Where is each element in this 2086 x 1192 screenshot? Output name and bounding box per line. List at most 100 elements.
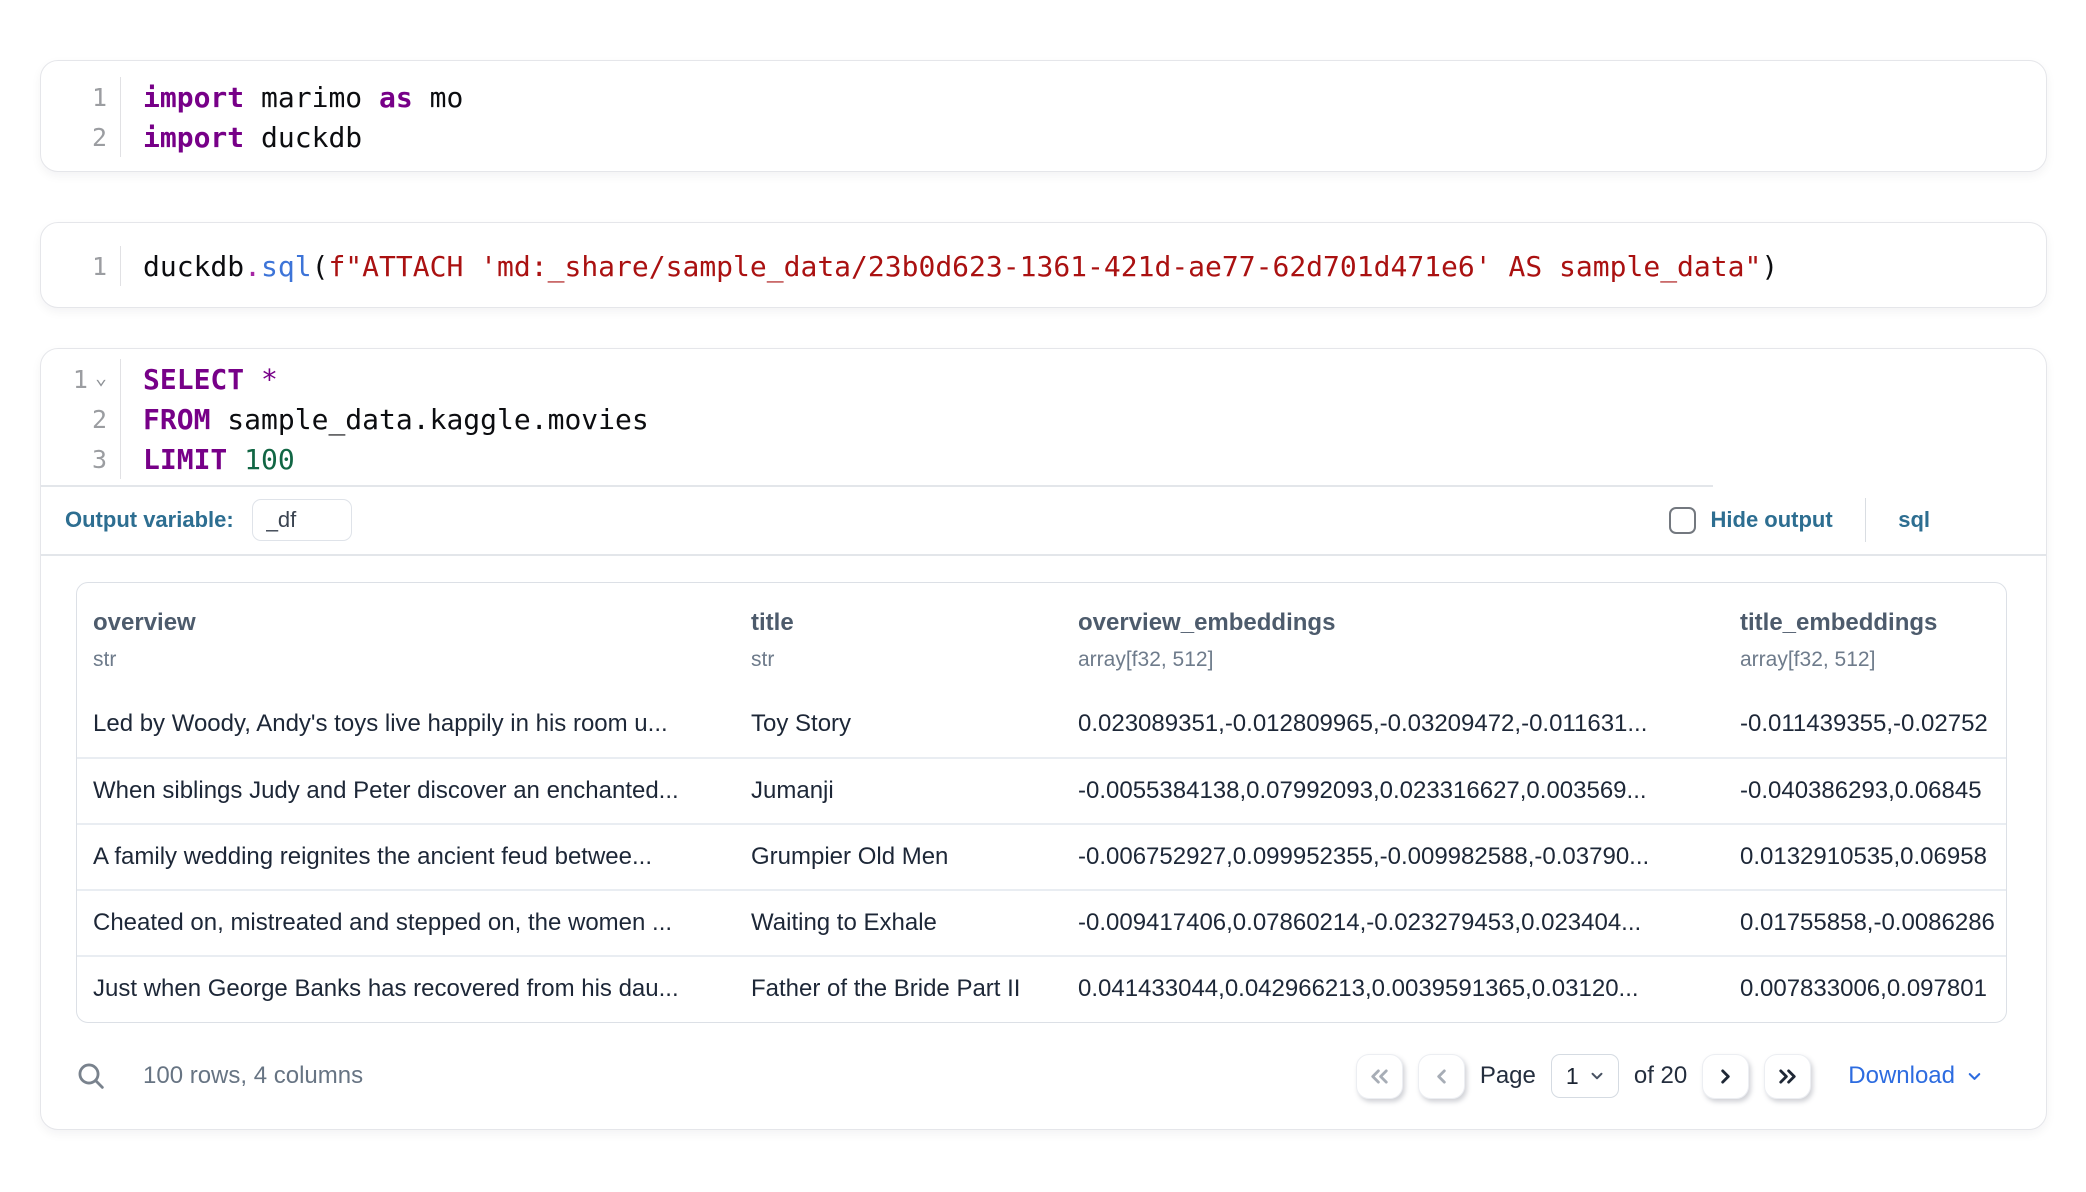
dataframe-table: overview str title str overview_embeddingsar… [77,583,2006,1022]
line-number: 2 [92,405,107,434]
chevron-left-icon [1428,1063,1455,1090]
line-number-gutter: 2 [41,117,121,157]
line-number-gutter: 2 [41,399,121,439]
chevron-right-icon [1712,1063,1739,1090]
column-name: overview [93,609,719,637]
first-page-button[interactable] [1356,1054,1403,1099]
output-variable-input[interactable] [252,499,352,541]
line-number: 1 [92,252,107,281]
cell-attach: 1 duckdb.sql(f"ATTACH 'md:_share/sample_d… [40,222,2047,308]
code-text: duckdb.sql(f"ATTACH 'md:_share/sample_da… [121,250,1778,283]
code-line[interactable]: 1 import marimo as mo [41,77,2046,117]
table-cell: -0.0055384138,0.07992093,0.023316627,0.0… [1062,758,1724,824]
table-cell: Jumanji [735,758,1062,824]
column-type: array[f32, 512] [1740,648,1990,672]
options-divider [1865,498,1867,542]
table-row: Just when George Banks has recovered fro… [77,956,2006,1022]
fold-chevron-icon[interactable]: ⌄ [95,367,107,387]
sql-options-right: Hide output sql [1669,498,1931,542]
column-type: str [751,648,1046,672]
table-row: When siblings Judy and Peter discover an… [77,758,2006,824]
table-footer: 100 rows, 4 columns Page 1 of 20 [41,1023,2046,1129]
table-cell: -0.006752927,0.099952355,-0.009982588,-0… [1062,824,1724,890]
sql-options-bar: Output variable: Hide output sql [41,487,2046,555]
table-row: A family wedding reignites the ancient f… [77,824,2006,890]
table-cell: -0.040386293,0.06845 [1724,758,2006,824]
column-header-overview_embeddings[interactable]: overview_embeddings array[f32, 512] [1062,583,1724,692]
table-cell: 0.01755858,-0.0086286 [1724,890,2006,956]
code-line[interactable]: 3 LIMIT 100 [41,439,2046,479]
code-line[interactable]: 1⌄SELECT * [41,359,2046,399]
next-page-button[interactable] [1702,1054,1749,1099]
code-editor-attach[interactable]: 1 duckdb.sql(f"ATTACH 'md:_share/sample_d… [41,246,2046,286]
cell-sql-query: 1⌄SELECT *2FROM sample_data.kaggle.movie… [40,348,2047,1130]
previous-page-button[interactable] [1418,1054,1465,1099]
search-icon[interactable] [71,1056,111,1096]
table-header-row: overview str title str overview_embeddingsar… [77,583,2006,692]
page-select[interactable]: 1 [1551,1054,1619,1098]
table-cell: When siblings Judy and Peter discover an… [77,758,735,824]
table-cell: 0.007833006,0.097801 [1724,956,2006,1022]
double-chevron-right-icon [1774,1063,1801,1090]
column-header-overview[interactable]: overview str [77,583,735,692]
line-number-gutter: 1 [41,246,121,286]
chevron-down-icon [1588,1067,1606,1085]
table-cell: -0.011439355,-0.02752 [1724,692,2006,758]
row-count-status: 100 rows, 4 columns [143,1062,363,1090]
dataframe-table-card: overview str title str overview_embeddingsar… [76,582,2007,1024]
code-text: import marimo as mo [121,81,463,114]
table-cell: Grumpier Old Men [735,824,1062,890]
code-text: LIMIT 100 [121,443,295,476]
cell-imports: 1 import marimo as mo 2 import duckdb [40,60,2047,172]
line-number: 3 [92,445,107,474]
hide-output-checkbox[interactable] [1669,507,1696,534]
table-cell: Cheated on, mistreated and stepped on, t… [77,890,735,956]
output-divider [41,554,2046,556]
code-line[interactable]: 2 import duckdb [41,117,2046,157]
table-cell: Waiting to Exhale [735,890,1062,956]
code-editor-imports[interactable]: 1 import marimo as mo 2 import duckdb [41,77,2046,157]
column-name: overview_embeddings [1078,609,1708,637]
column-type: str [93,648,719,672]
table-cell: 0.0132910535,0.06958 [1724,824,2006,890]
table-row: Cheated on, mistreated and stepped on, t… [77,890,2006,956]
page-label: Page [1480,1062,1536,1090]
table-cell: 0.023089351,-0.012809965,-0.03209472,-0.… [1062,692,1724,758]
line-number-gutter: 3 [41,439,121,479]
table-cell: Led by Woody, Andy's toys live happily i… [77,692,735,758]
sql-language-label: sql [1898,507,1930,533]
output-variable-label: Output variable: [65,507,234,533]
page-total-label: of 20 [1634,1062,1687,1090]
pagination: Page 1 of 20 Download [1356,1054,1990,1099]
code-text: import duckdb [121,121,362,154]
table-cell: 0.041433044,0.042966213,0.0039591365,0.0… [1062,956,1724,1022]
table-cell: Father of the Bride Part II [735,956,1062,1022]
download-label: Download [1848,1062,1955,1090]
column-header-title_embeddings[interactable]: title_embeddings array[f32, 512] [1724,583,2006,692]
column-type: array[f32, 512] [1078,648,1708,672]
code-line[interactable]: 1 duckdb.sql(f"ATTACH 'md:_share/sample_d… [41,246,2046,286]
line-number: 1 [92,83,107,112]
table-row: Led by Woody, Andy's toys live happily i… [77,692,2006,758]
code-editor-sql[interactable]: 1⌄SELECT *2FROM sample_data.kaggle.movie… [41,359,2046,479]
table-cell: A family wedding reignites the ancient f… [77,824,735,890]
last-page-button[interactable] [1764,1054,1811,1099]
line-number: 2 [92,123,107,152]
code-line[interactable]: 2 FROM sample_data.kaggle.movies [41,399,2046,439]
line-number-gutter: 1⌄ [41,359,121,399]
column-name: title [751,609,1046,637]
line-number: 1 [73,365,88,394]
code-text: SELECT * [121,363,278,396]
hide-output-label: Hide output [1711,507,1833,533]
line-number-gutter: 1 [41,77,121,117]
column-header-title[interactable]: title str [735,583,1062,692]
table-cell: Just when George Banks has recovered fro… [77,956,735,1022]
page-select-value: 1 [1566,1063,1579,1090]
table-cell: Toy Story [735,692,1062,758]
table-cell: -0.009417406,0.07860214,-0.023279453,0.0… [1062,890,1724,956]
column-name: title_embeddings [1740,609,1990,637]
download-button[interactable]: Download [1842,1061,1990,1091]
chevron-down-icon [1965,1067,1984,1086]
double-chevron-left-icon [1366,1063,1393,1090]
code-text: FROM sample_data.kaggle.movies [121,403,649,436]
